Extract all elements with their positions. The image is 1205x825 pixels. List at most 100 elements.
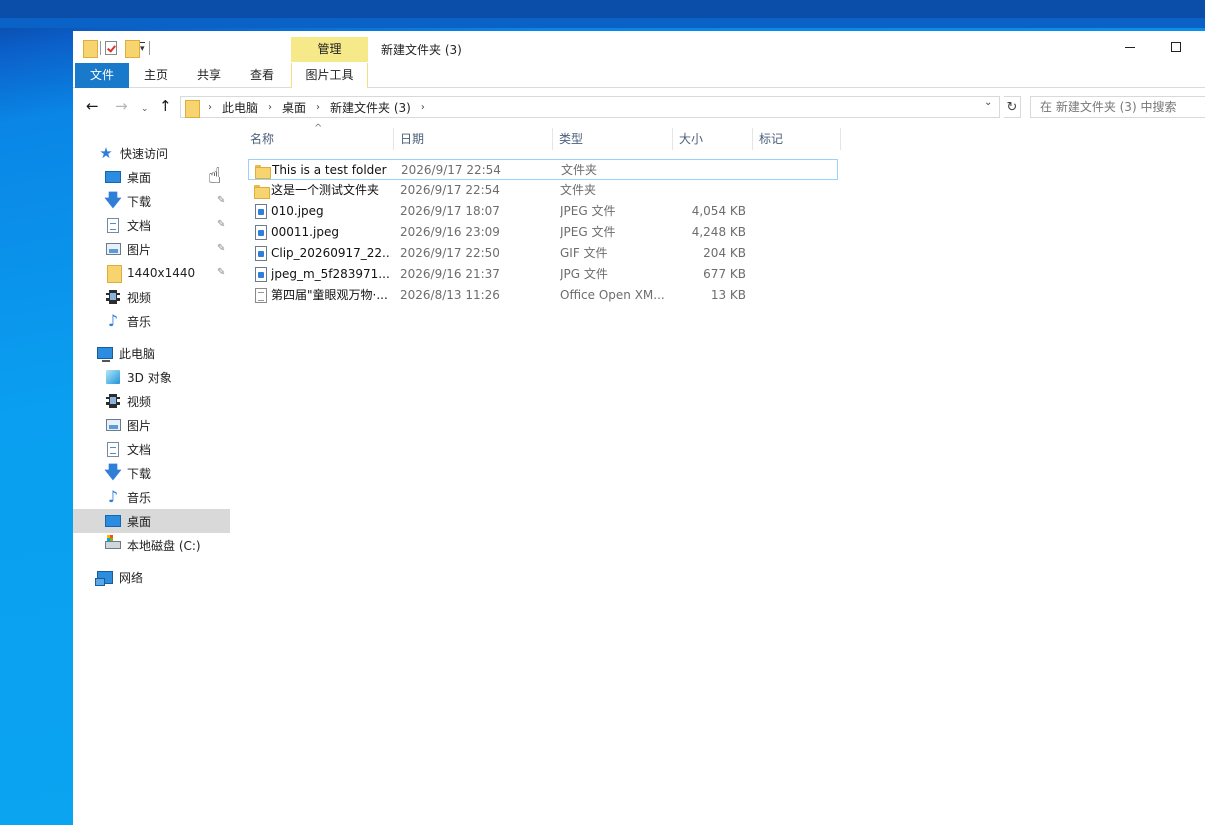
nav-item-3d-objects[interactable]: 3D 对象 [73,365,230,389]
nav-this-pc[interactable]: 此电脑 [73,341,230,365]
file-name: 这是一个测试文件夹 [271,183,380,197]
file-type: 文件夹 [561,163,598,177]
file-size: 4,054 KB [691,204,746,218]
nav-item-pc-videos[interactable]: 视频 [73,389,230,413]
nav-label: 1440x1440 [127,266,196,280]
tab-file[interactable]: 文件 [75,63,129,88]
window-title: 新建文件夹 (3) [381,43,462,57]
file-size [675,160,747,181]
nav-item-music[interactable]: ♪ 音乐 [73,309,230,333]
file-row[interactable]: 第四届"童眼观万物·... 2026/8/13 11:26 Office Ope… [248,285,838,306]
nav-item-pc-pictures[interactable]: 图片 [73,413,230,437]
maximize-icon [1171,42,1181,52]
address-box[interactable]: › 此电脑 › 桌面 › 新建文件夹 (3) › [180,96,1000,118]
nav-item-videos[interactable]: 视频 [73,285,230,309]
nav-label: 图片 [127,242,152,257]
search-input[interactable]: 在 新建文件夹 (3) 中搜索 [1030,96,1205,118]
file-explorer-window: ▾ 管理 新建文件夹 (3) 文件 主页 共享 查看 图片工具 ← → ⌄ ↑ … [73,31,1205,825]
chevron-right-icon[interactable]: › [316,102,320,113]
desktop-background-stripe [0,0,1205,18]
nav-item-pc-downloads[interactable]: 🡇 下载 [73,461,230,485]
column-type[interactable]: 类型 [553,128,673,150]
tab-home[interactable]: 主页 [133,63,179,88]
nav-item-downloads[interactable]: 🡇 下载 ✎ [73,189,230,213]
recent-locations-chevron-icon[interactable]: ⌄ [141,101,149,117]
nav-label: 此电脑 [119,346,156,361]
file-type: JPG 文件 [560,267,608,281]
chevron-right-icon[interactable]: › [268,102,272,113]
nav-network[interactable]: 网络 [73,565,230,589]
maximize-button[interactable] [1153,31,1199,63]
nav-item-1440x1440[interactable]: 1440x1440 ✎ [73,261,230,285]
drive-icon [105,535,121,549]
nav-item-desktop[interactable]: 桌面 [73,165,230,189]
document-icon [107,441,119,457]
file-row[interactable]: jpeg_m_5f283971... 2026/9/16 21:37 JPG 文… [248,264,838,285]
chevron-right-icon[interactable]: › [421,102,425,113]
folder-icon [254,184,270,199]
nav-item-documents[interactable]: 文档 ✎ [73,213,230,237]
pin-icon: ✎ [217,267,226,278]
folder-icon [255,164,271,179]
image-file-icon [255,204,267,219]
tab-share[interactable]: 共享 [186,63,232,88]
file-date: 2026/9/17 22:54 [401,163,501,177]
nav-label: 音乐 [127,314,152,329]
download-arrow-icon: 🡇 [104,463,122,483]
nav-label: 视频 [127,290,152,305]
up-arrow-icon[interactable]: ↑ [159,98,172,114]
column-name[interactable]: 名称 [244,128,394,150]
folder-icon [185,99,200,118]
refresh-button[interactable]: ↻ [1004,96,1021,118]
address-history-chevron-icon[interactable]: ⌄ [984,97,992,108]
forward-arrow-icon[interactable]: → [115,98,128,114]
file-date: 2026/8/13 11:26 [400,288,500,302]
file-date: 2026/9/17 22:54 [400,183,500,197]
image-file-icon [255,246,267,261]
file-name: jpeg_m_5f283971... [271,267,390,281]
column-date[interactable]: 日期 [394,128,553,150]
nav-quick-access[interactable]: ★ 快速访问 [73,141,230,165]
nav-item-pc-music[interactable]: ♪ 音乐 [73,485,230,509]
music-note-icon: ♪ [107,311,119,330]
column-size[interactable]: 大小 [673,128,753,150]
minimize-button[interactable] [1107,31,1153,63]
pictures-icon [105,419,121,431]
chevron-right-icon[interactable]: › [208,102,212,113]
nav-item-local-disk[interactable]: 本地磁盘 (C:) [73,533,230,557]
new-folder-icon[interactable] [125,40,140,58]
video-icon [106,394,120,408]
breadcrumb-current-folder[interactable]: 新建文件夹 (3) [330,99,411,116]
file-row[interactable]: This is a test folder 2026/9/17 22:54 文件… [248,159,838,180]
title-bar: ▾ 管理 新建文件夹 (3) [73,31,1205,63]
nav-item-pc-desktop[interactable]: 桌面 [73,509,230,533]
column-headers: 名称 日期 类型 大小 标记 [244,128,844,150]
file-type: GIF 文件 [560,246,608,260]
file-row[interactable]: 这是一个测试文件夹 2026/9/17 22:54 文件夹 [248,180,838,201]
customize-toolbar-icon[interactable]: ▾ [140,41,145,55]
nav-label: 下载 [127,194,152,209]
tab-view[interactable]: 查看 [239,63,285,88]
file-row[interactable]: Clip_20260917_22... 2026/9/17 22:50 GIF … [248,243,838,264]
context-tab-header-manage: 管理 [291,37,368,62]
desktop-icon [105,515,121,527]
file-row[interactable]: 010.jpeg 2026/9/17 18:07 JPEG 文件 4,054 K… [248,201,838,222]
nav-item-pc-documents[interactable]: 文档 [73,437,230,461]
file-date: 2026/9/16 23:09 [400,225,500,239]
folder-icon[interactable] [83,40,98,58]
file-type: Office Open XM... [560,288,665,302]
tab-picture-tools[interactable]: 图片工具 [291,63,368,88]
file-size: 677 KB [703,267,746,281]
column-tags[interactable]: 标记 [753,128,841,150]
nav-item-pictures[interactable]: 图片 ✎ [73,237,230,261]
file-row[interactable]: 00011.jpeg 2026/9/16 23:09 JPEG 文件 4,248… [248,222,838,243]
breadcrumb-this-pc[interactable]: 此电脑 [222,99,258,116]
nav-label: 视频 [127,394,152,409]
desktop-icon [105,171,121,183]
back-arrow-icon[interactable]: ← [86,98,99,114]
breadcrumb-desktop[interactable]: 桌面 [282,99,306,116]
nav-label: 网络 [119,570,144,585]
file-size [674,180,746,201]
properties-icon[interactable] [105,41,117,55]
nav-label: 快速访问 [120,146,169,161]
